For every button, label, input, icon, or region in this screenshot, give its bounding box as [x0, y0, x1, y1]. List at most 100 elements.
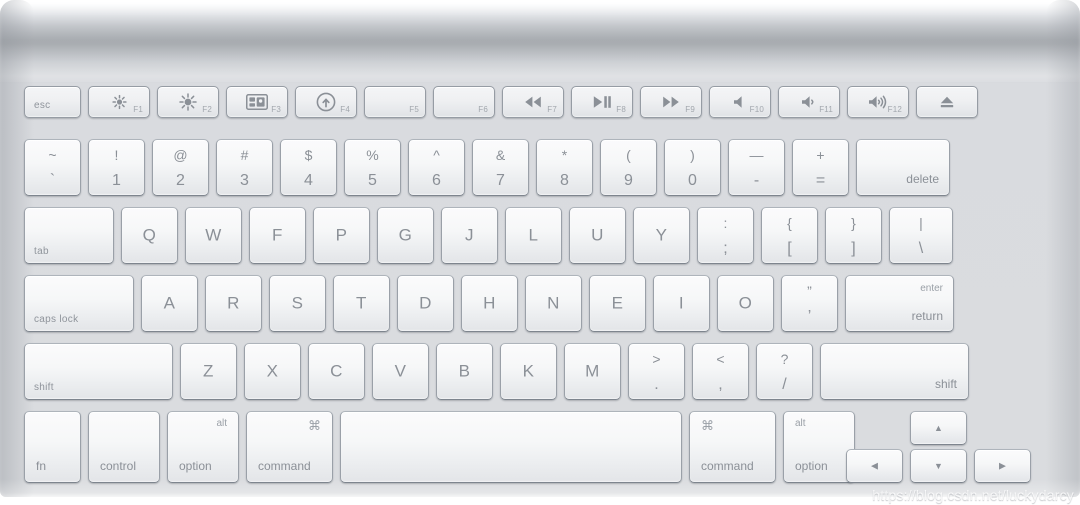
key-bracket-right[interactable]: }] [825, 207, 882, 264]
key-e[interactable]: E [589, 275, 646, 332]
key-minus[interactable]: — - [728, 139, 785, 196]
key-l[interactable]: L [505, 207, 562, 264]
key-j[interactable]: J [441, 207, 498, 264]
key-3[interactable]: #3 [216, 139, 273, 196]
key-option-left[interactable]: alt option [167, 411, 239, 483]
key-command-right[interactable]: ⌘ command [689, 411, 776, 483]
key-arrow-up[interactable]: ▲ [910, 411, 967, 445]
key-bracket-left[interactable]: {[ [761, 207, 818, 264]
key-grave[interactable]: ~ ` [24, 139, 81, 196]
key-return[interactable]: enter return [845, 275, 954, 332]
key-label: tab [34, 246, 49, 257]
key-label: shift [34, 382, 54, 393]
key-upper-legend: % [366, 147, 379, 163]
key-volume-up[interactable]: F12 [847, 86, 909, 118]
key-eject[interactable] [916, 86, 978, 118]
function-key-row: esc F1 F2 F3 F4 F5 F6 F7 F8 F9 F10 F11 F12 [24, 86, 978, 118]
key-i[interactable]: I [653, 275, 710, 332]
key-f[interactable]: F [249, 207, 306, 264]
key-o[interactable]: O [717, 275, 774, 332]
key-semicolon[interactable]: :; [697, 207, 754, 264]
key-label: esc [34, 100, 51, 111]
key-slash[interactable]: ? / [756, 343, 813, 400]
key-esc[interactable]: esc [24, 86, 81, 118]
key-legend: Q [142, 225, 157, 245]
key-fast-forward[interactable]: F9 [640, 86, 702, 118]
key-d[interactable]: D [397, 275, 454, 332]
key-period[interactable]: >. [628, 343, 685, 400]
key-fnumber: F4 [340, 105, 350, 114]
key-t[interactable]: T [333, 275, 390, 332]
key-arrow-left[interactable]: ◀ [846, 449, 903, 483]
key-k[interactable]: K [500, 343, 557, 400]
key-u[interactable]: U [569, 207, 626, 264]
key-upper-legend: } [851, 215, 856, 231]
key-z[interactable]: Z [180, 343, 237, 400]
key-launchpad[interactable]: F4 [295, 86, 357, 118]
key-backslash[interactable]: | \ [889, 207, 953, 264]
key-lower-legend: 8 [560, 172, 569, 189]
top-letter-row: tab Q W F P G J L U Y:;{[}] | \ [24, 207, 953, 264]
key-tab[interactable]: tab [24, 207, 114, 264]
key-f5[interactable]: F5 [364, 86, 426, 118]
key-arrow-down[interactable]: ▼ [910, 449, 967, 483]
key-upper-legend: + [816, 147, 825, 163]
key-m[interactable]: M [564, 343, 621, 400]
key-lower-legend: 6 [432, 172, 441, 189]
key-mission-control[interactable]: F3 [226, 86, 288, 118]
key-1[interactable]: ! 1 [88, 139, 145, 196]
key-f6[interactable]: F6 [433, 86, 495, 118]
key-brightness-down[interactable]: F1 [88, 86, 150, 118]
key-a[interactable]: A [141, 275, 198, 332]
key-legend: ▶ [999, 460, 1006, 471]
key-s[interactable]: S [269, 275, 326, 332]
key-c[interactable]: C [308, 343, 365, 400]
key-play-pause[interactable]: F8 [571, 86, 633, 118]
key-0[interactable]: ) 0 [664, 139, 721, 196]
key-8[interactable]: * 8 [536, 139, 593, 196]
key-arrow-right[interactable]: ▶ [974, 449, 1031, 483]
key-legend: O [738, 293, 753, 313]
key-brightness-up[interactable]: F2 [157, 86, 219, 118]
key-6[interactable]: ^ 6 [408, 139, 465, 196]
key-rewind[interactable]: F7 [502, 86, 564, 118]
key-space[interactable] [340, 411, 682, 483]
key-7[interactable]: & 7 [472, 139, 529, 196]
key-fn[interactable]: fn [24, 411, 81, 483]
key-n[interactable]: N [525, 275, 582, 332]
key-equal[interactable]: + = [792, 139, 849, 196]
key-caps-lock[interactable]: caps lock [24, 275, 134, 332]
key-delete[interactable]: delete [856, 139, 950, 196]
key-v[interactable]: V [372, 343, 429, 400]
key-label: shift [934, 377, 957, 391]
key-4[interactable]: $4 [280, 139, 337, 196]
key-g[interactable]: G [377, 207, 434, 264]
key-y[interactable]: Y [633, 207, 690, 264]
key-comma[interactable]: <, [692, 343, 749, 400]
key-command-left[interactable]: ⌘ command [246, 411, 333, 483]
key-p[interactable]: P [313, 207, 370, 264]
key-legend: E [611, 293, 624, 313]
key-x[interactable]: X [244, 343, 301, 400]
key-volume-down[interactable]: F11 [778, 86, 840, 118]
key-shift-left[interactable]: shift [24, 343, 173, 400]
key-mute[interactable]: F10 [709, 86, 771, 118]
key-quote[interactable]: ”’ [781, 275, 838, 332]
key-label-top: alt [795, 418, 806, 429]
key-upper-legend: ( [626, 147, 631, 163]
number-key-row: ~ `! 1 @2 #3 $4% 5 ^ 6 & 7 * 8(9) 0— - + = delete [24, 139, 950, 196]
key-b[interactable]: B [436, 343, 493, 400]
key-control[interactable]: control [88, 411, 160, 483]
key-legend: U [591, 225, 604, 245]
key-shift-right[interactable]: shift [820, 343, 969, 400]
key-5[interactable]: % 5 [344, 139, 401, 196]
key-label-top: ⌘ [701, 418, 714, 433]
key-q[interactable]: Q [121, 207, 178, 264]
key-9[interactable]: (9 [600, 139, 657, 196]
key-2[interactable]: @2 [152, 139, 209, 196]
key-label-top: enter [920, 283, 943, 294]
key-r[interactable]: R [205, 275, 262, 332]
key-option-right[interactable]: alt option [783, 411, 855, 483]
key-h[interactable]: H [461, 275, 518, 332]
key-w[interactable]: W [185, 207, 242, 264]
